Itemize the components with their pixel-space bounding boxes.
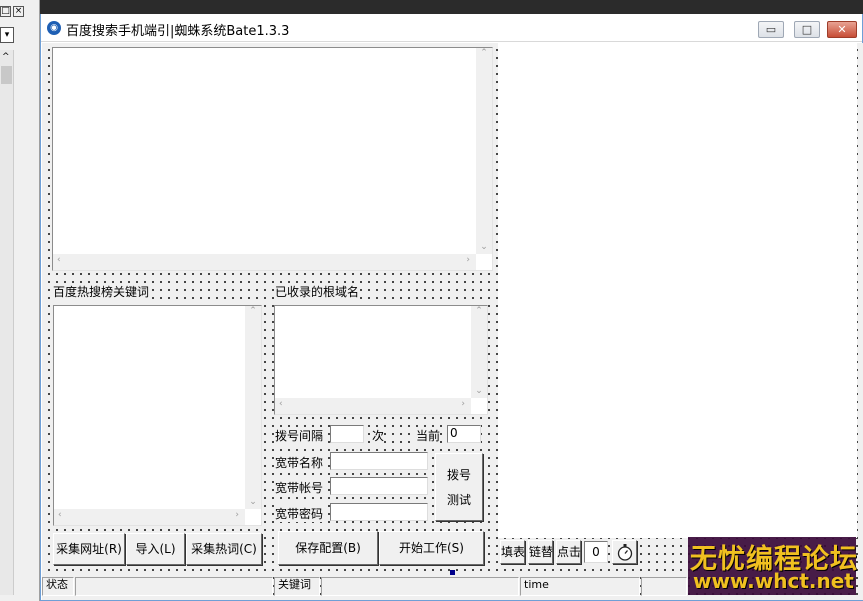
- fill-form-button[interactable]: 填表: [500, 540, 525, 564]
- watermark-url: www.whct.net: [693, 569, 854, 593]
- scroll-down-icon[interactable]: ⌄: [471, 386, 487, 396]
- broadband-name-label: 宽带名称: [275, 454, 324, 471]
- scroll-up-icon[interactable]: ⌃: [476, 48, 492, 58]
- dial-test-line2: 测试: [446, 493, 471, 507]
- broadband-password-input[interactable]: [330, 503, 428, 521]
- maximize-button[interactable]: □: [794, 21, 820, 38]
- scroll-right-icon[interactable]: ›: [461, 399, 465, 409]
- broadband-account-input[interactable]: [330, 477, 428, 495]
- ide-scroll-thumb[interactable]: [1, 66, 12, 84]
- dial-interval-label: 拨号间隔: [275, 427, 324, 444]
- start-work-button[interactable]: 开始工作(S): [379, 531, 484, 565]
- close-button[interactable]: ✕: [827, 21, 857, 38]
- status-value: [75, 577, 273, 596]
- main-window: ◉ 百度搜索手机端引|蜘蛛系统Bate1.3.3 ▭ □ ✕ ⌃ ⌄ ‹ › 百…: [40, 14, 863, 601]
- ide-scrollbar[interactable]: ^: [0, 50, 14, 595]
- collect-url-button[interactable]: 采集网址(R): [53, 533, 125, 565]
- scroll-down-icon[interactable]: ⌄: [476, 242, 492, 252]
- scroll-left-icon[interactable]: ‹: [58, 510, 62, 520]
- title-bar[interactable]: ◉ 百度搜索手机端引|蜘蛛系统Bate1.3.3 ▭ □ ✕: [41, 14, 862, 42]
- browser-view[interactable]: [498, 43, 857, 538]
- hot-keywords-vscroll[interactable]: ⌃ ⌄: [245, 306, 261, 509]
- stopwatch-icon: [617, 544, 632, 561]
- time-label: time: [520, 577, 640, 596]
- ide-scroll-up-icon[interactable]: ^: [2, 52, 10, 62]
- dial-interval-input[interactable]: [330, 425, 364, 443]
- chain-replace-button[interactable]: 链替: [528, 540, 553, 564]
- ide-combo-dropdown[interactable]: ▾: [0, 27, 14, 43]
- scroll-up-icon[interactable]: ⌃: [245, 306, 261, 316]
- dial-test-line1: 拨号: [446, 468, 471, 482]
- hot-keywords-list[interactable]: ⌃ ⌄ ‹ ›: [53, 305, 262, 526]
- current-count-input[interactable]: 0: [447, 425, 481, 443]
- scroll-left-icon[interactable]: ‹: [279, 399, 283, 409]
- ide-left-panel: □ × ▾ ^: [0, 0, 40, 601]
- collect-hot-words-button[interactable]: 采集热词(C): [186, 533, 262, 565]
- broadband-account-label: 宽带帐号: [275, 479, 324, 496]
- domains-vscroll[interactable]: ⌃ ⌄: [471, 306, 487, 398]
- client-area: ⌃ ⌄ ‹ › 百度热搜榜关键词 ⌃ ⌄ ‹ › 已收录的根域名 ⌃ ⌄ ‹ ›…: [42, 43, 863, 600]
- counter-field[interactable]: 0: [584, 541, 608, 563]
- ide-top-bar: [0, 0, 863, 14]
- broadband-password-label: 宽带密码: [275, 505, 324, 522]
- log-hscroll[interactable]: ‹ ›: [53, 254, 476, 270]
- scroll-left-icon[interactable]: ‹: [57, 255, 61, 265]
- status-extra: [641, 577, 687, 596]
- times-label: 次: [372, 427, 385, 444]
- click-button[interactable]: 点击: [556, 540, 581, 564]
- save-config-button[interactable]: 保存配置(B): [278, 531, 378, 565]
- dial-test-button[interactable]: 拨号 测试: [435, 453, 483, 521]
- current-label: 当前: [416, 427, 441, 444]
- domains-label: 已收录的根域名: [275, 283, 360, 300]
- status-label: 状态: [42, 577, 74, 596]
- scroll-up-icon[interactable]: ⌃: [471, 306, 487, 316]
- app-globe-icon: ◉: [47, 21, 61, 35]
- scroll-right-icon[interactable]: ›: [235, 510, 239, 520]
- domains-list[interactable]: ⌃ ⌄ ‹ ›: [274, 305, 488, 415]
- ide-restore-button[interactable]: □: [0, 6, 11, 17]
- window-title: 百度搜索手机端引|蜘蛛系统Bate1.3.3: [66, 24, 290, 39]
- keyword-value: [321, 577, 519, 596]
- ide-close-button[interactable]: ×: [13, 6, 24, 17]
- timer-button[interactable]: [612, 540, 637, 564]
- keyword-label: 关键词: [274, 577, 320, 596]
- scroll-right-icon[interactable]: ›: [466, 255, 470, 265]
- import-button[interactable]: 导入(L): [126, 533, 185, 565]
- broadband-name-input[interactable]: [330, 452, 428, 470]
- scroll-down-icon[interactable]: ⌄: [245, 497, 261, 507]
- log-vscroll[interactable]: ⌃ ⌄: [476, 48, 492, 254]
- hot-keywords-hscroll[interactable]: ‹ ›: [54, 509, 245, 525]
- minimize-button[interactable]: ▭: [758, 21, 784, 38]
- log-textarea[interactable]: ⌃ ⌄ ‹ ›: [52, 47, 493, 271]
- selection-handle: [450, 570, 455, 575]
- hot-keywords-label: 百度热搜榜关键词: [53, 283, 150, 300]
- domains-hscroll[interactable]: ‹ ›: [275, 398, 471, 414]
